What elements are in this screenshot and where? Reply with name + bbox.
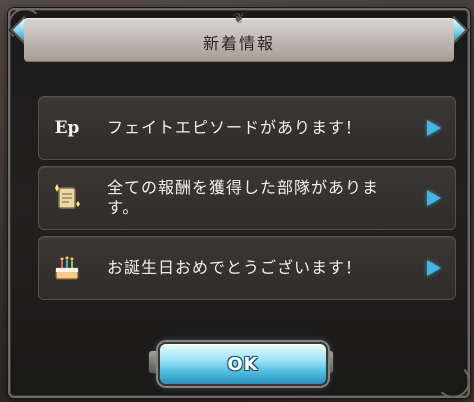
birthday-cake-icon bbox=[51, 252, 83, 284]
news-item-text: 全ての報酬を獲得した部隊があります。 bbox=[107, 178, 380, 217]
news-item-rewards[interactable]: 全ての報酬を獲得した部隊があります。 bbox=[38, 166, 456, 230]
ornament-icon: ❦ bbox=[233, 11, 245, 27]
ep-icon-label: Ep bbox=[54, 118, 80, 138]
ep-icon: Ep bbox=[51, 112, 83, 144]
corner-ornament bbox=[436, 364, 470, 398]
arrow-right-icon bbox=[427, 260, 441, 276]
news-item-birthday[interactable]: お誕生日おめでとうございます！ bbox=[38, 236, 456, 300]
arrow-right-icon bbox=[427, 120, 441, 136]
title-bar: ❦ 新着情報 bbox=[24, 12, 454, 62]
scroll-reward-icon bbox=[51, 182, 83, 214]
ok-button-label: OK bbox=[227, 353, 259, 375]
news-dialog: ❦ 新着情報 Ep フェイトエピソードがあります！ 全ての報酬を獲得した部隊があ… bbox=[8, 8, 470, 398]
news-item-fate-episode[interactable]: Ep フェイトエピソードがあります！ bbox=[38, 96, 456, 160]
ok-button-frame: OK bbox=[148, 338, 334, 386]
news-item-text: お誕生日おめでとうございます！ bbox=[107, 258, 363, 277]
arrow-right-icon bbox=[427, 190, 441, 206]
ok-button[interactable]: OK bbox=[158, 342, 328, 386]
news-item-text: フェイトエピソードがあります！ bbox=[107, 118, 363, 137]
dialog-title: 新着情報 bbox=[202, 34, 275, 53]
